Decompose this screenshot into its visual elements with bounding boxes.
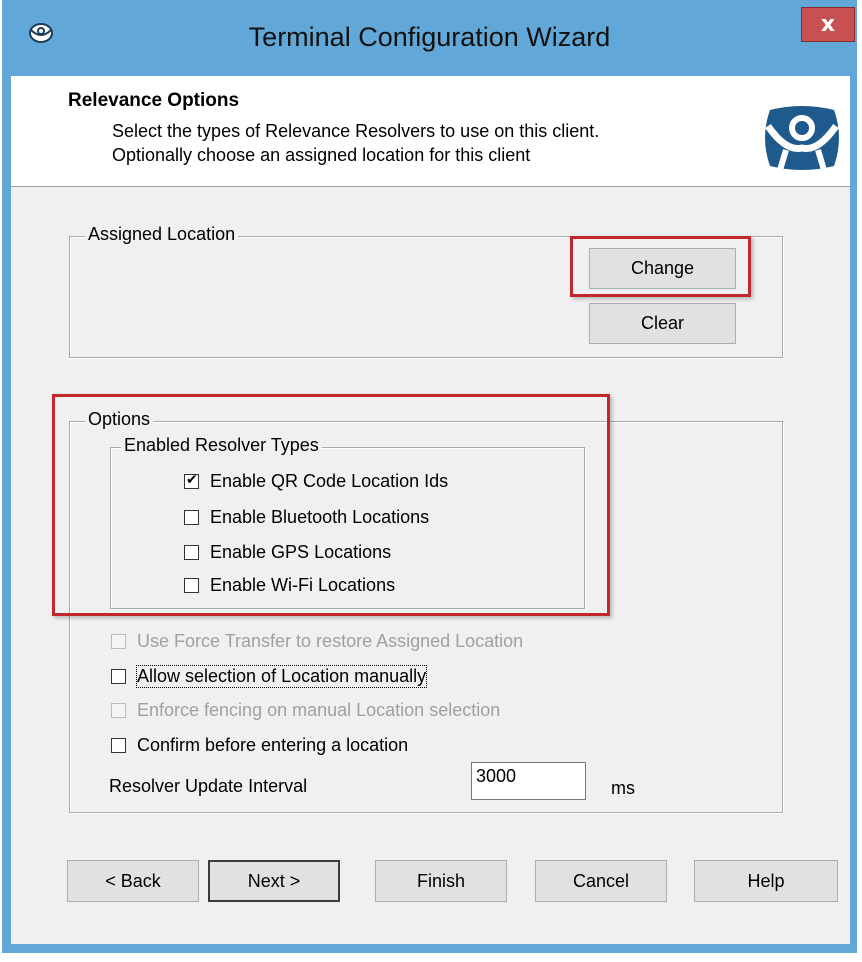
title-bar[interactable]: Terminal Configuration Wizard x [2,0,857,76]
page-description-line-1: Select the types of Relevance Resolvers … [112,121,600,141]
finish-button[interactable]: Finish [375,860,507,902]
page-title: Relevance Options [68,90,240,111]
resolver-update-interval-label: Resolver Update Interval [109,776,308,796]
confirm-before-checkbox[interactable] [111,737,126,753]
resolver-update-interval-input[interactable]: 3000 [471,762,586,800]
cancel-button[interactable]: Cancel [535,860,667,902]
close-icon: x [820,12,836,37]
allow-manual-checkbox[interactable] [111,668,126,684]
force-transfer-checkbox-label: Use Force Transfer to restore Assigned L… [137,630,524,651]
help-button[interactable]: Help [694,860,838,902]
enforce-fencing-checkbox-label: Enforce fencing on manual Location selec… [137,699,501,720]
wizard-header: Relevance Options Select the types of Re… [11,76,850,187]
force-transfer-checkbox [111,633,126,649]
assigned-location-legend: Assigned Location [85,224,239,245]
enforce-fencing-checkbox [111,702,126,718]
close-button[interactable]: x [801,7,855,42]
next-button[interactable]: Next > [208,860,340,902]
allow-manual-checkbox-row[interactable]: Allow selection of Location manually [111,664,428,688]
back-button[interactable]: < Back [67,860,199,902]
enforce-fencing-checkbox-row: Enforce fencing on manual Location selec… [111,698,500,722]
resolver-update-interval-value: 3000 [476,766,517,786]
allow-manual-checkbox-label: Allow selection of Location manually [135,664,428,688]
change-button-highlight [570,236,751,297]
window-title: Terminal Configuration Wizard [248,22,611,52]
product-logo-icon [765,106,839,171]
interval-unit-label: ms [611,778,635,798]
confirm-before-checkbox-row[interactable]: Confirm before entering a location [111,733,408,757]
force-transfer-checkbox-row: Use Force Transfer to restore Assigned L… [111,629,523,653]
clear-button[interactable]: Clear [589,303,736,344]
confirm-before-checkbox-label: Confirm before entering a location [137,734,409,755]
wizard-client-area: Relevance Options Select the types of Re… [11,76,850,944]
options-highlight [52,394,610,616]
page-description-line-2: Optionally choose an assigned location f… [112,145,531,165]
wizard-window: Terminal Configuration Wizard x Relevanc… [2,0,857,953]
